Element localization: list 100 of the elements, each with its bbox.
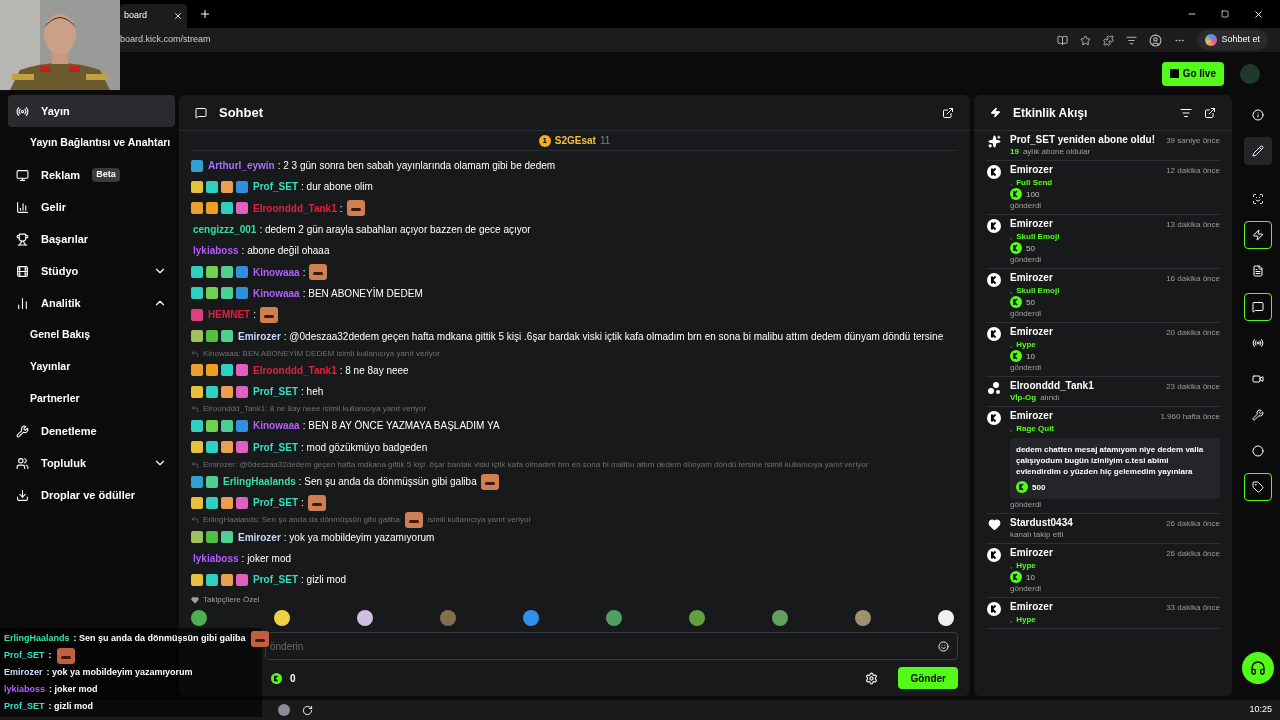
kick-coin-icon (1010, 242, 1022, 254)
browser-tab[interactable]: board (120, 4, 187, 28)
sidebar-item[interactable]: Başarılar (8, 223, 175, 255)
sidebar-item[interactable]: Topluluk (8, 447, 175, 479)
chat-username[interactable]: lykiaboss (193, 243, 239, 259)
event-title: Emirozer (1010, 164, 1053, 175)
chat-username[interactable]: Arthurl_eywin (208, 158, 275, 174)
address-bar[interactable]: board.kick.com/stream (120, 33, 211, 47)
chat-message: : 8 ne 8ay neee (339, 363, 409, 378)
rail-button[interactable] (1244, 473, 1272, 501)
separator-comma: , (1010, 423, 1013, 434)
chat-username[interactable]: Prof_SET (253, 495, 298, 511)
gift-name: Hype (1016, 560, 1036, 571)
maximize-icon[interactable] (1221, 10, 1229, 18)
sidebar-item[interactable]: Reklam Beta (8, 159, 175, 191)
chat-username[interactable]: Emirozer (238, 328, 281, 344)
chat-username[interactable]: Prof_SET (253, 179, 298, 195)
gift-name: Skull Emoji (1016, 285, 1060, 296)
close-icon[interactable] (1253, 8, 1264, 20)
sidebar-subitem[interactable]: Yayınlar (8, 351, 175, 383)
chat-username[interactable]: lykiaboss (193, 550, 239, 566)
separator-comma: , (1010, 285, 1013, 296)
kick-amount: 10 (1026, 350, 1035, 362)
users-icon (16, 456, 29, 470)
chat-message: : dur abone olim (301, 180, 373, 195)
event-time: 26 dakika önce (1166, 518, 1220, 529)
emote-icon[interactable] (274, 610, 290, 626)
emote-icon[interactable] (938, 610, 954, 626)
close-icon[interactable] (173, 11, 183, 21)
rail-button[interactable] (1244, 221, 1272, 249)
clock: 10:25 (1249, 703, 1272, 717)
wrench-icon (16, 424, 29, 438)
go-live-button[interactable]: Go live (1161, 61, 1224, 86)
separator-comma: , (1010, 339, 1013, 350)
sidebar-subitem[interactable]: Yayın Bağlantısı ve Anahtarı (8, 127, 175, 159)
emote-icon[interactable] (772, 610, 788, 626)
emote-icon[interactable] (357, 610, 373, 626)
emote-icon[interactable] (191, 610, 207, 626)
sidebar-item[interactable]: Analitik (8, 287, 175, 319)
sidebar-label: Reklam (41, 167, 81, 183)
reader-icon[interactable] (1057, 34, 1069, 46)
gift-name: Full Send (1016, 177, 1053, 188)
chat-username[interactable]: Kinowaaa (253, 418, 300, 434)
chat-username[interactable]: Prof_SET (253, 384, 298, 400)
chat-username[interactable]: Kinowaaa (253, 264, 300, 280)
popout-icon[interactable] (1204, 106, 1216, 119)
chat-username[interactable]: Elroonddd_Tank1 (253, 362, 337, 378)
chat-message: : yok ya mobildeyim yazamıyorum (283, 530, 435, 545)
sidebar-item[interactable]: Droplar ve ödüller (8, 479, 175, 511)
profile-icon[interactable] (1149, 33, 1163, 47)
kick-amount: 50 (1026, 296, 1035, 308)
kick-amount: 500 (1032, 481, 1046, 493)
sidebar-item[interactable]: Stüdyo (8, 255, 175, 287)
chat-message: : @0deszaa32dedem geçen hafta mdkana gittik 5 kişi .6şar bardak viski içtik kafa olmadım brn en sona bi malibu attım dedem dünyam döndü tersine (283, 329, 944, 344)
sidebar-item[interactable]: Denetleme (8, 415, 175, 447)
chat-username[interactable]: HEMNET (208, 307, 251, 323)
sidebar-subitem[interactable]: Genel Bakış (8, 319, 175, 351)
send-button[interactable]: Gönder (898, 667, 958, 689)
chat-message: : (301, 496, 304, 511)
settings-icon[interactable] (865, 671, 879, 685)
sidebar-item[interactable]: Yayın (8, 95, 175, 127)
emote-icon[interactable] (855, 610, 871, 626)
sidebar-subitem[interactable]: Partnerler (8, 383, 175, 415)
event-time: 12 dakika önce (1166, 165, 1220, 176)
favorite-icon[interactable] (1080, 34, 1092, 46)
months-count: 19 (1010, 146, 1019, 157)
emoji-icon[interactable] (938, 640, 949, 652)
chat-username[interactable]: Prof_SET (253, 439, 298, 455)
kick-coin-icon (1010, 188, 1022, 200)
chat-username[interactable]: Kinowaaa (253, 285, 300, 301)
chat-username[interactable]: Prof_SET (253, 572, 298, 588)
sidebar-label: Yayın (41, 103, 70, 119)
kick-logo-icon (1169, 69, 1179, 78)
filter-icon[interactable] (1180, 106, 1192, 119)
popout-icon[interactable] (942, 106, 954, 119)
app-icon[interactable] (302, 704, 313, 716)
support-button[interactable] (1242, 652, 1274, 684)
pencil-icon (1252, 145, 1264, 157)
chat-username[interactable]: ErlingHaalands (223, 474, 296, 489)
emote-section-label: Takipçilere Özel (203, 594, 260, 606)
rail-button[interactable] (1244, 137, 1272, 165)
separator-comma: , (1010, 560, 1013, 571)
event-time: 13 dakika önce (1166, 219, 1220, 230)
copilot-button[interactable]: Sohbet et (1197, 30, 1268, 50)
rail-button[interactable] (1244, 293, 1272, 321)
chat-username[interactable]: Emirozer (238, 529, 281, 545)
gift-name: Hype (1016, 614, 1036, 625)
chat-message: : mod gözükmüyo badgeden (301, 440, 428, 455)
favorites-list-icon[interactable] (1126, 34, 1138, 46)
pinned-user: S2GEsat (554, 134, 596, 148)
event-title: Emirozer (1010, 410, 1053, 421)
extensions-icon[interactable] (1103, 34, 1115, 46)
gift-name: Vİp-Og (1010, 392, 1037, 403)
chat-username[interactable]: Elroonddd_Tank1 (253, 200, 337, 216)
kick-coin-icon (1016, 481, 1028, 493)
chat-username[interactable]: cengizzz_001 (193, 222, 257, 238)
tag-icon (1252, 481, 1264, 493)
chat-message: : (339, 201, 343, 216)
sidebar-item[interactable]: Gelir (8, 191, 175, 223)
new-tab-icon[interactable] (199, 8, 211, 20)
